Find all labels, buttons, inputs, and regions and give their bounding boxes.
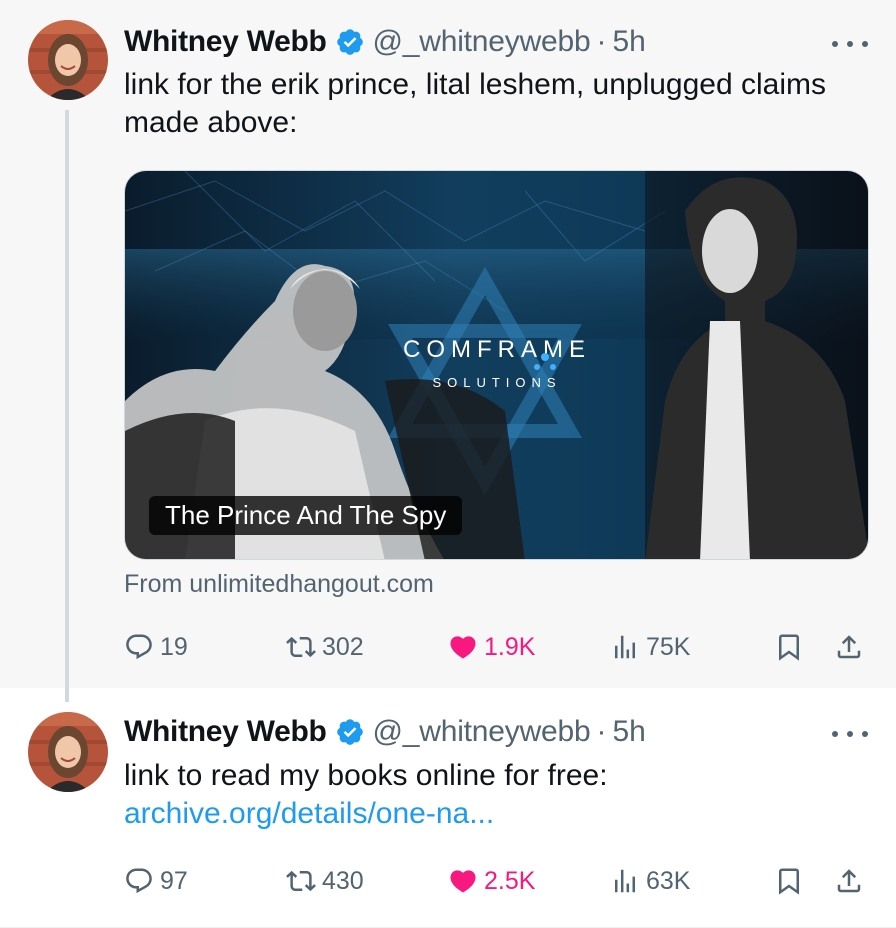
reply-icon xyxy=(126,868,152,894)
author-handle[interactable]: @_whitneywebb xyxy=(373,25,591,59)
tweet-link[interactable]: archive.org/details/one-na... xyxy=(124,797,494,830)
like-button[interactable]: 2.5K xyxy=(448,861,535,901)
share-icon xyxy=(837,869,861,893)
link-card[interactable]: COMFRAME SOLUTIONS The Prince And The Sp… xyxy=(124,170,869,560)
bookmark-button[interactable] xyxy=(774,861,810,901)
bookmark-button[interactable] xyxy=(774,627,810,667)
verified-badge-icon xyxy=(336,29,363,55)
verified-badge-icon xyxy=(336,719,363,745)
tweet-text: link for the erik prince, lital leshem, … xyxy=(124,68,826,139)
author-name[interactable]: Whitney Webb xyxy=(124,715,327,749)
bookmark-icon xyxy=(779,634,799,661)
tweet-text: link to read my books online for free: a… xyxy=(124,757,864,833)
thread-connector-line xyxy=(65,110,69,702)
author-handle[interactable]: @_whitneywebb xyxy=(373,715,591,749)
like-count: 1.9K xyxy=(484,632,536,661)
views-icon xyxy=(615,635,635,659)
more-icon[interactable] xyxy=(832,722,868,746)
avatar[interactable] xyxy=(28,20,108,100)
avatar-image xyxy=(28,712,108,792)
timestamp[interactable]: 5h xyxy=(613,715,646,749)
views-button[interactable]: 75K xyxy=(610,627,690,667)
share-icon xyxy=(837,635,861,659)
retweet-icon xyxy=(286,636,316,658)
views-button[interactable]: 63K xyxy=(610,861,690,901)
author-name[interactable]: Whitney Webb xyxy=(124,25,327,59)
heart-icon xyxy=(450,870,476,893)
retweet-icon xyxy=(286,870,316,892)
reply-count: 19 xyxy=(160,632,188,661)
bookmark-icon xyxy=(779,868,799,895)
tweet-header: Whitney Webb @_whitneywebb · 5h xyxy=(124,712,646,752)
avatar-image xyxy=(28,20,108,100)
timestamp[interactable]: 5h xyxy=(613,25,646,59)
heart-icon xyxy=(450,636,476,659)
tweet[interactable]: Whitney Webb @_whitneywebb · 5h link for… xyxy=(0,0,896,688)
reply-button[interactable]: 97 xyxy=(124,861,188,901)
like-count: 2.5K xyxy=(484,866,536,895)
reply-button[interactable]: 19 xyxy=(124,627,188,667)
share-button[interactable] xyxy=(834,627,870,667)
card-logo-text: COMFRAME xyxy=(403,336,591,363)
avatar[interactable] xyxy=(28,712,108,792)
views-count: 63K xyxy=(646,866,691,895)
retweet-button[interactable]: 302 xyxy=(286,627,364,667)
tweet-actions: 19 302 1.9K 75K xyxy=(124,627,870,667)
card-source[interactable]: From unlimitedhangout.com xyxy=(124,570,434,599)
reply-icon xyxy=(126,634,152,660)
views-icon xyxy=(615,869,635,893)
more-icon[interactable] xyxy=(832,32,868,56)
card-title: The Prince And The Spy xyxy=(149,496,463,535)
tweet-text-body: link to read my books online for free: xyxy=(124,759,608,792)
retweet-count: 302 xyxy=(322,632,364,661)
tweet-actions: 97 430 2.5K 63K xyxy=(124,861,870,901)
separator-dot: · xyxy=(596,25,607,58)
retweet-button[interactable]: 430 xyxy=(286,861,364,901)
views-count: 75K xyxy=(646,632,691,661)
retweet-count: 430 xyxy=(322,866,364,895)
reply-count: 97 xyxy=(160,866,188,895)
card-logo-subtext: SOLUTIONS xyxy=(432,375,561,390)
separator-dot: · xyxy=(596,715,607,748)
tweet[interactable]: Whitney Webb @_whitneywebb · 5h link to … xyxy=(0,688,896,928)
tweet-header: Whitney Webb @_whitneywebb · 5h xyxy=(124,22,646,62)
share-button[interactable] xyxy=(834,861,870,901)
like-button[interactable]: 1.9K xyxy=(448,627,535,667)
